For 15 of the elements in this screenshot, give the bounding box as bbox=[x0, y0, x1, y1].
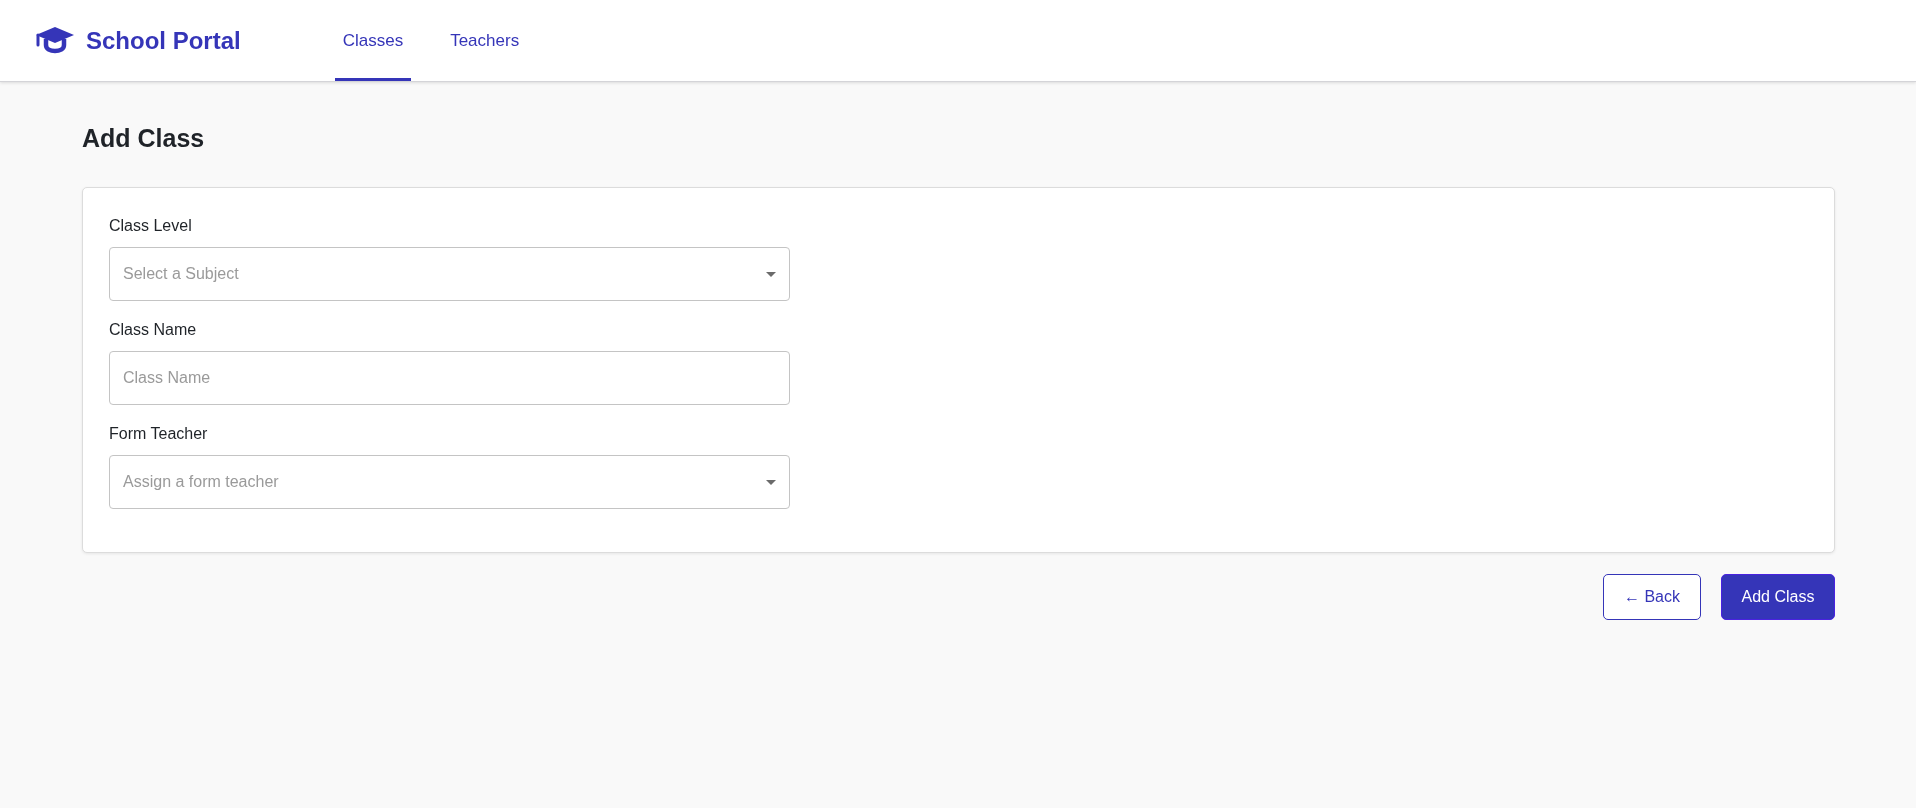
caret-icon bbox=[766, 480, 776, 485]
page-title: Add Class bbox=[82, 123, 205, 154]
nav-tab[interactable]: Teachers bbox=[442, 0, 528, 81]
field-label: Class Level bbox=[109, 216, 192, 236]
caret-icon bbox=[766, 272, 776, 277]
select-field[interactable]: Assign a form teacher bbox=[109, 455, 790, 509]
select-field[interactable]: Select a Subject bbox=[109, 247, 790, 301]
back-button[interactable]: ← Back bbox=[1603, 574, 1701, 620]
field-label: Form Teacher bbox=[109, 424, 208, 444]
submit-button[interactable]: Add Class bbox=[1721, 574, 1835, 620]
field-label: Class Name bbox=[109, 320, 197, 340]
nav-tab[interactable]: Classes bbox=[334, 0, 412, 81]
graduation-cap-icon bbox=[35, 26, 75, 55]
text-field[interactable]: Class Name bbox=[109, 351, 790, 405]
app-name: School Portal bbox=[86, 26, 241, 55]
